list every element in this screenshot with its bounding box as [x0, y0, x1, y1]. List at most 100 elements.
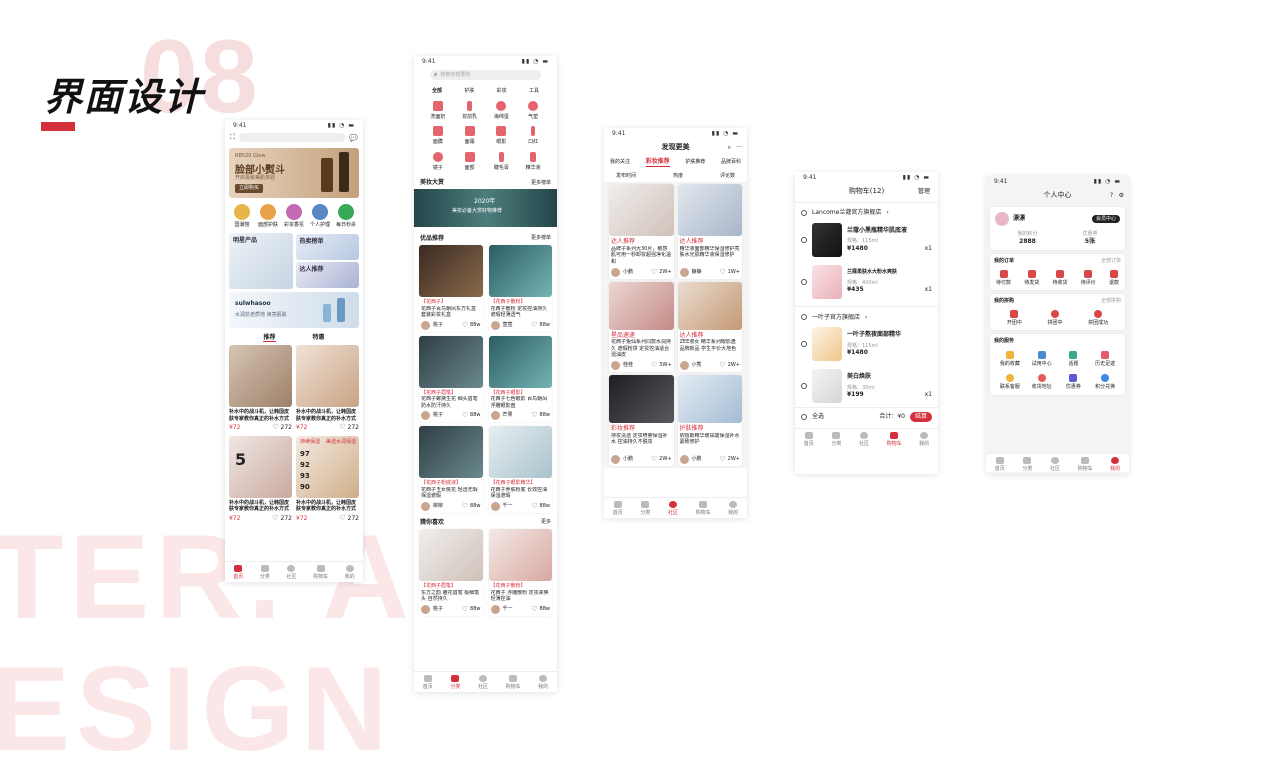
service-topics[interactable]: 话题: [1058, 350, 1090, 368]
order-pending-review[interactable]: 待评价: [1081, 269, 1096, 287]
tab-skincare[interactable]: 护肤推荐: [685, 159, 705, 166]
heart-icon[interactable]: ♡: [531, 322, 537, 329]
tab-following[interactable]: 我的关注: [610, 159, 630, 166]
banner[interactable]: RB520 Glow 脸部小熨斗 开启极致美肌体验 立即购买: [229, 148, 359, 198]
filter-comments[interactable]: 评论数: [720, 173, 735, 180]
heart-icon[interactable]: ♡: [719, 456, 725, 463]
nav-cart[interactable]: 购物车: [1078, 457, 1093, 472]
tab-recommend[interactable]: 推荐: [263, 334, 276, 342]
more-icon[interactable]: ···: [736, 144, 742, 152]
select-all-checkbox[interactable]: [801, 413, 807, 420]
heart-icon[interactable]: ♡: [272, 423, 278, 432]
store-checkbox[interactable]: [801, 209, 807, 216]
post-card[interactable]: 达人推荐 精华液面部精华保湿修护亮肤水光肌精华液保湿修护 静静 ♡ 1W+: [677, 184, 742, 279]
heart-icon[interactable]: ♡: [339, 423, 345, 432]
group-open[interactable]: 开团中: [1007, 309, 1022, 327]
post-card[interactable]: 【花西子散粉】 花西子散粉 定妆控油持久遮瑕轻薄透气 萱萱 ♡ 88w: [488, 245, 552, 332]
order-pending-ship[interactable]: 待发货: [1024, 269, 1039, 287]
nav-profile[interactable]: 我的: [1110, 457, 1120, 472]
order-pending-receive[interactable]: 待收货: [1052, 269, 1067, 287]
nav-profile[interactable]: 我的: [538, 675, 548, 690]
store-name[interactable]: 一叶子官方旗舰店: [812, 314, 860, 322]
nav-community[interactable]: 社区: [286, 565, 296, 580]
nav-community[interactable]: 社区: [478, 675, 488, 690]
post-card[interactable]: 【花西子】 花西子百鸟朝凤东方礼盒套装彩妆礼盒 桃子 ♡ 88w: [419, 245, 483, 332]
order-refund[interactable]: 退款: [1109, 269, 1119, 287]
category-mask[interactable]: 面膜: [422, 126, 454, 146]
tab-makeup[interactable]: 彩妆: [497, 88, 507, 95]
product-card[interactable]: 补水中的战斗机，让韩国皮肤专家教你真正的补水方式 ¥72 ♡ 272: [229, 345, 292, 432]
heart-icon[interactable]: ♡: [462, 412, 468, 419]
coupons-stat[interactable]: 优惠券 5张: [1082, 231, 1097, 245]
scan-icon[interactable]: ⛶: [230, 133, 235, 142]
category-skincare[interactable]: 面部护肤: [257, 204, 279, 229]
heart-icon[interactable]: ♡: [272, 514, 278, 523]
more-picks-link[interactable]: 更多榜单: [531, 235, 551, 242]
heart-icon[interactable]: ♡: [651, 362, 657, 369]
nav-cart[interactable]: 购物车: [696, 501, 711, 516]
cart-item[interactable]: 一叶子熬夜面部精华 规格：115ml ¥1480: [795, 323, 938, 365]
gear-icon[interactable]: ⚙: [1119, 192, 1124, 200]
product-card[interactable]: 5 补水中的战斗机，让韩国皮肤专家教你真正的补水方式 ¥72 ♡ 272: [229, 435, 292, 523]
nav-category[interactable]: 分类: [640, 501, 650, 516]
all-orders-link[interactable]: 全部订单: [1101, 258, 1121, 265]
group-success[interactable]: 拼团成功: [1088, 309, 1108, 327]
nav-home[interactable]: 首页: [995, 457, 1005, 472]
tab-skincare[interactable]: 护肤: [464, 88, 474, 95]
heart-icon[interactable]: ♡: [462, 503, 468, 510]
nav-community[interactable]: 社区: [668, 501, 678, 516]
promo-kol[interactable]: 达人推荐: [295, 262, 359, 288]
category-sponge[interactable]: 海绵蛋: [486, 100, 518, 121]
nav-profile[interactable]: 我的: [345, 565, 355, 580]
post-card[interactable]: 【花西子眼影】 花西子七色眼影 百鸟朝凤浮雕眼影盘 芒果 ♡ 88w: [488, 335, 552, 422]
category-makeup[interactable]: 彩妆香氛: [283, 204, 305, 229]
search-icon[interactable]: ⌕: [728, 144, 731, 152]
category-mascara[interactable]: 睫毛膏: [486, 151, 518, 172]
order-pending-payment[interactable]: 待付款: [996, 269, 1011, 287]
member-center-button[interactable]: 会员中心: [1091, 214, 1120, 224]
nav-community[interactable]: 社区: [859, 431, 869, 447]
tab-tools[interactable]: 工具: [529, 88, 539, 95]
heart-icon[interactable]: ♡: [531, 412, 537, 419]
service-customer-support[interactable]: 联系客服: [994, 374, 1026, 391]
heart-icon[interactable]: ♡: [531, 606, 537, 613]
category-eyeshadow[interactable]: 眼影: [486, 126, 518, 146]
heart-icon[interactable]: ♡: [651, 269, 657, 276]
cart-item[interactable]: 兰蔻柔肤水大粉水爽肤 规格：400ml ¥435 x1: [795, 261, 938, 303]
search-input[interactable]: [238, 133, 346, 142]
nav-category[interactable]: 分类: [1022, 457, 1032, 472]
nav-home[interactable]: 首页: [613, 501, 623, 516]
category-personal-care[interactable]: 个人护理: [309, 204, 331, 229]
item-checkbox[interactable]: [801, 236, 807, 243]
avatar[interactable]: [995, 212, 1009, 226]
service-points-exchange[interactable]: 积分兑换: [1089, 374, 1121, 391]
manage-button[interactable]: 管理: [918, 188, 930, 196]
nav-home[interactable]: 首页: [804, 431, 814, 447]
heart-icon[interactable]: ♡: [531, 503, 537, 510]
message-icon[interactable]: 💬: [349, 134, 358, 142]
store-checkbox[interactable]: [801, 314, 807, 321]
promo-star-products[interactable]: 明星产品: [229, 233, 293, 289]
product-card[interactable]: 补水中的战斗机，让韩国皮肤专家教你真正的补水方式 ¥72 ♡ 272: [296, 345, 359, 432]
category-mirror[interactable]: 镜子: [422, 151, 454, 172]
group-in-progress[interactable]: 拼团中: [1047, 309, 1062, 327]
nav-cart[interactable]: 购物车: [887, 431, 902, 447]
nav-profile[interactable]: 我的: [728, 501, 738, 516]
post-card[interactable]: 护肤推荐 依帕斯精华玻尿酸保湿补水 紧致修护 小鹏 ♡ 2W+: [677, 375, 742, 466]
service-favorites[interactable]: 我的收藏: [994, 350, 1026, 368]
service-address[interactable]: 收货地址: [1026, 374, 1058, 391]
heart-icon[interactable]: ♡: [462, 322, 468, 329]
tab-all[interactable]: 全部: [432, 88, 442, 95]
nav-profile[interactable]: 我的: [919, 431, 929, 447]
nav-category[interactable]: 分类: [450, 675, 460, 690]
category-serum[interactable]: 精华液: [517, 151, 549, 172]
store-name[interactable]: Lancome兰蔻官方旗舰店: [812, 209, 881, 217]
category-primer[interactable]: 妆前乳: [454, 100, 486, 121]
select-all-label[interactable]: 全选: [812, 413, 824, 421]
post-card[interactable]: 达人推荐 ZEE淑女 精华系列眼影盘 品牌新品 学生平价大地色 小秀 ♡ 2W+: [677, 281, 742, 372]
heart-icon[interactable]: ♡: [462, 606, 468, 613]
post-card[interactable]: 【花西子眼影精华】 花西子养肤粉底 长效控油 保湿遮瑕 千一 ♡ 88w: [488, 426, 552, 513]
category-cushion[interactable]: 气垫: [517, 100, 549, 121]
item-checkbox[interactable]: [801, 278, 807, 285]
help-icon[interactable]: ?: [1110, 192, 1113, 200]
